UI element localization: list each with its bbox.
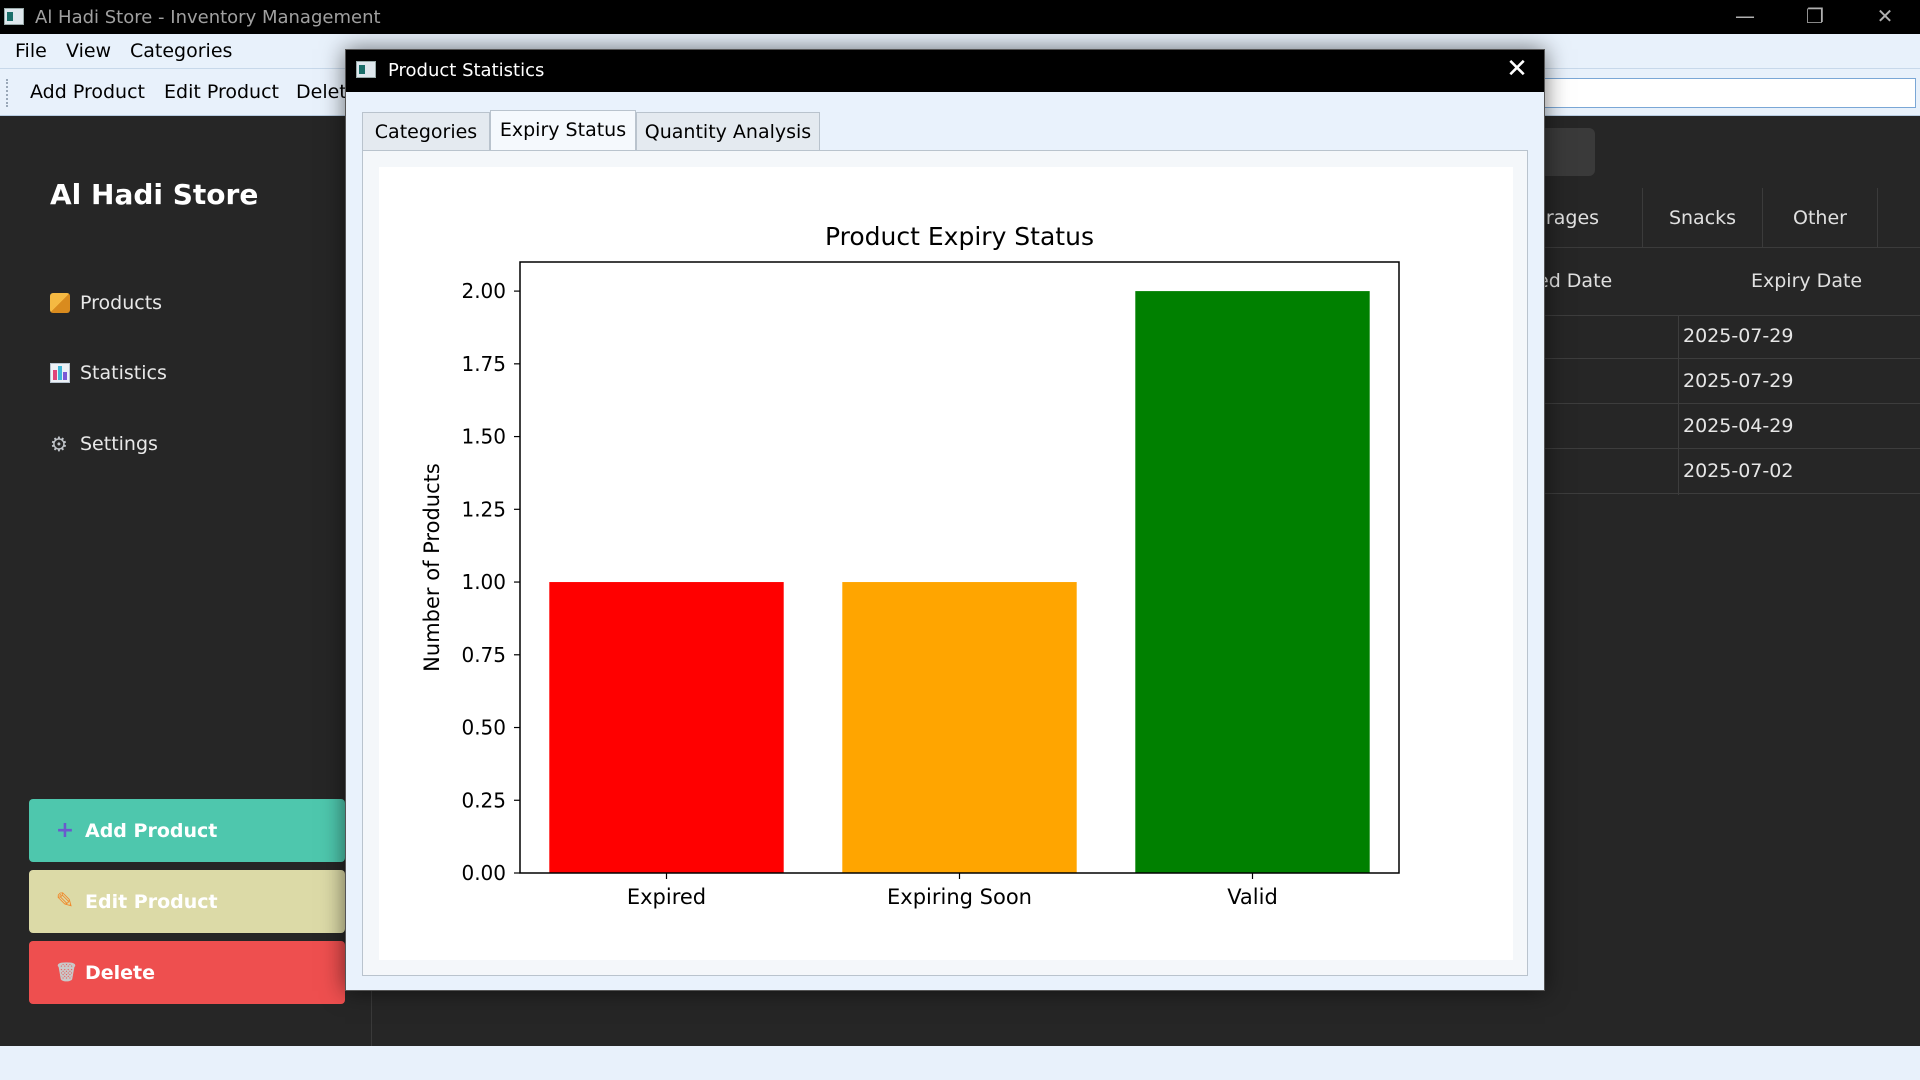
chart-icon	[50, 363, 70, 383]
status-bar	[0, 1046, 1920, 1080]
menu-view[interactable]: View	[66, 40, 111, 62]
y-tick-label: 1.75	[461, 352, 506, 376]
y-tick-label: 0.50	[461, 716, 506, 740]
y-tick-label: 1.00	[461, 570, 506, 594]
dialog-close-button[interactable]: ✕	[1502, 54, 1532, 84]
table-divider	[1533, 493, 1920, 494]
x-tick-label: Expiring Soon	[887, 885, 1032, 909]
x-tick-label: Valid	[1227, 885, 1278, 909]
table-cell-expiry: 2025-07-29	[1683, 325, 1794, 347]
edit-product-button[interactable]: ✎ Edit Product	[29, 870, 345, 933]
y-tick-label: 0.00	[461, 861, 506, 885]
app-icon	[4, 8, 24, 25]
column-header-expiry-date[interactable]: Expiry Date	[1751, 270, 1862, 292]
column-header-date[interactable]: ed Date	[1537, 270, 1612, 292]
gear-icon: ⚙	[50, 432, 68, 456]
delete-label: Delete	[85, 961, 156, 984]
tab-snacks[interactable]: Snacks	[1643, 188, 1763, 248]
tab-other[interactable]: Other	[1763, 188, 1878, 248]
menu-categories[interactable]: Categories	[130, 40, 232, 62]
table-cell-expiry: 2025-04-29	[1683, 415, 1794, 437]
toolbar-grip[interactable]	[6, 79, 10, 107]
tab-quantity-analysis[interactable]: Quantity Analysis	[636, 112, 820, 152]
window-titlebar: Al Hadi Store - Inventory Management — ❐…	[0, 0, 1920, 34]
table-divider	[1533, 358, 1920, 359]
chart-bar	[1135, 291, 1370, 874]
tab-pane: Product Expiry Status Expired Expiring Soo…	[362, 150, 1528, 976]
sidebar-item-label: Statistics	[80, 362, 167, 384]
chart-canvas: Product Expiry Status Expired Expiring Soo…	[379, 167, 1513, 960]
store-name: Al Hadi Store	[50, 178, 259, 211]
chart-bar	[549, 582, 784, 873]
add-product-label: Add Product	[85, 819, 218, 842]
sidebar-item-label: Products	[80, 292, 163, 314]
edit-product-label: Edit Product	[85, 890, 218, 913]
plus-icon: +	[55, 817, 75, 843]
add-product-button[interactable]: + Add Product	[29, 799, 345, 862]
toolbar-add-product[interactable]: Add Product	[30, 81, 145, 103]
minimize-button[interactable]: —	[1710, 0, 1780, 34]
dialog-title: Product Statistics	[388, 60, 545, 81]
restore-button[interactable]: ❐	[1780, 0, 1850, 34]
box-icon	[50, 293, 70, 313]
window-close-button[interactable]: ✕	[1850, 0, 1920, 34]
y-tick-label: 1.25	[461, 497, 506, 521]
column-separator	[1678, 315, 1679, 495]
sidebar: Al Hadi Store Products Statistics ⚙ Sett…	[0, 116, 372, 1046]
table-cell-expiry: 2025-07-29	[1683, 370, 1794, 392]
table-divider	[1533, 448, 1920, 449]
y-tick-label: 0.75	[461, 643, 506, 667]
dialog-app-icon	[356, 61, 376, 78]
y-axis-label: Number of Products	[420, 463, 444, 672]
sidebar-item-statistics[interactable]: Statistics	[50, 362, 167, 384]
expiry-status-chart: Product Expiry Status Expired Expiring Soo…	[420, 222, 1400, 909]
sidebar-item-label: Settings	[80, 433, 158, 455]
sidebar-item-products[interactable]: Products	[50, 292, 162, 314]
tab-expiry-status[interactable]: Expiry Status	[490, 110, 636, 152]
tab-categories[interactable]: Categories	[362, 112, 490, 152]
table-cell-expiry: 2025-07-02	[1683, 460, 1794, 482]
chart-title: Product Expiry Status	[825, 222, 1094, 251]
y-tick-label: 0.25	[461, 788, 506, 812]
pencil-icon: ✎	[55, 888, 75, 914]
table-divider	[1533, 403, 1920, 404]
x-tick-label: Expired	[627, 885, 706, 909]
table-divider	[1533, 315, 1920, 316]
y-tick-label: 1.50	[461, 425, 506, 449]
delete-button[interactable]: 🗑 Delete	[29, 941, 345, 1004]
search-input[interactable]	[1528, 78, 1916, 108]
sidebar-item-settings[interactable]: ⚙ Settings	[50, 433, 158, 455]
toolbar-edit-product[interactable]: Edit Product	[164, 81, 279, 103]
y-tick-label: 2.00	[461, 279, 506, 303]
menu-file[interactable]: File	[15, 40, 47, 62]
window-title: Al Hadi Store - Inventory Management	[35, 7, 381, 28]
trash-icon: 🗑	[55, 961, 78, 983]
chart-bar	[842, 582, 1077, 873]
product-statistics-dialog: Product Statistics ✕ Categories Expiry S…	[345, 49, 1545, 991]
dialog-titlebar: Product Statistics ✕	[346, 50, 1544, 92]
